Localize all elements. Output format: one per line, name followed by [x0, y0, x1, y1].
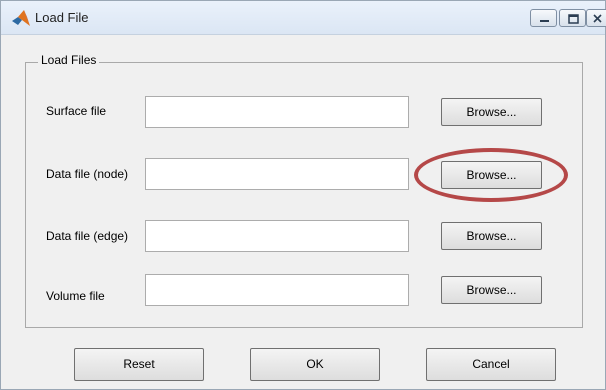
load-file-dialog: Load File Load Files Surface file Browse… — [0, 0, 606, 390]
reset-button[interactable]: Reset — [74, 348, 204, 381]
data-file-edge-input[interactable] — [145, 220, 409, 252]
minimize-icon — [540, 20, 549, 22]
volume-file-input[interactable] — [145, 274, 409, 306]
close-icon — [593, 14, 602, 23]
maximize-icon — [568, 14, 579, 24]
title-bar[interactable]: Load File — [1, 1, 606, 35]
data-file-node-input[interactable] — [145, 158, 409, 190]
cancel-button[interactable]: Cancel — [426, 348, 556, 381]
data-file-edge-label: Data file (edge) — [46, 229, 129, 243]
window-title: Load File — [35, 10, 89, 25]
close-button[interactable] — [586, 9, 606, 27]
ok-button[interactable]: OK — [250, 348, 380, 381]
data-file-node-label: Data file (node) — [46, 167, 129, 181]
surface-file-input[interactable] — [145, 96, 409, 128]
volume-file-label: Volume file — [46, 289, 105, 303]
volume-browse-button[interactable]: Browse... — [441, 276, 542, 304]
maximize-button[interactable] — [559, 9, 586, 27]
data-node-browse-button[interactable]: Browse... — [441, 161, 542, 189]
surface-browse-button[interactable]: Browse... — [441, 98, 542, 126]
surface-file-label: Surface file — [46, 104, 107, 118]
matlab-icon — [12, 10, 30, 26]
data-edge-browse-button[interactable]: Browse... — [441, 222, 542, 250]
minimize-button[interactable] — [530, 9, 557, 27]
group-label: Load Files — [38, 53, 100, 67]
